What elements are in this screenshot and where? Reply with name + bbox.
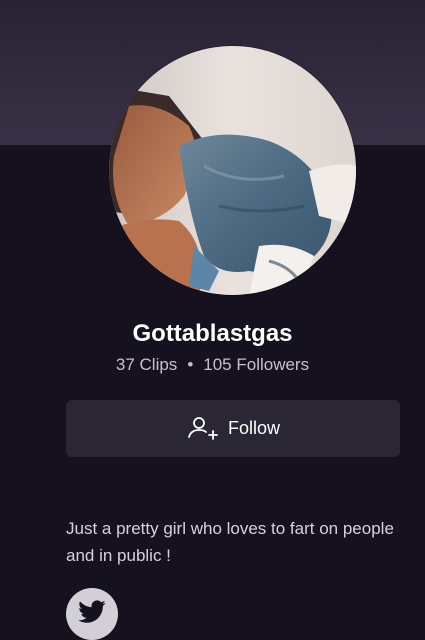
profile-username: Gottablastgas [132, 320, 293, 347]
stats-separator: • [187, 355, 194, 374]
profile-bio: Just a pretty girl who loves to fart on … [66, 519, 394, 565]
twitter-link[interactable] [66, 588, 118, 640]
twitter-icon [78, 599, 106, 629]
follow-label: Follow [227, 418, 280, 438]
profile-stats: 37 Clips • 105 Followers [0, 355, 425, 375]
add-user-icon [186, 415, 218, 443]
followers-count: 105 Followers [203, 355, 310, 374]
avatar [109, 46, 356, 295]
clips-count: 37 Clips [115, 355, 178, 374]
follow-button[interactable]: Follow [66, 400, 400, 457]
